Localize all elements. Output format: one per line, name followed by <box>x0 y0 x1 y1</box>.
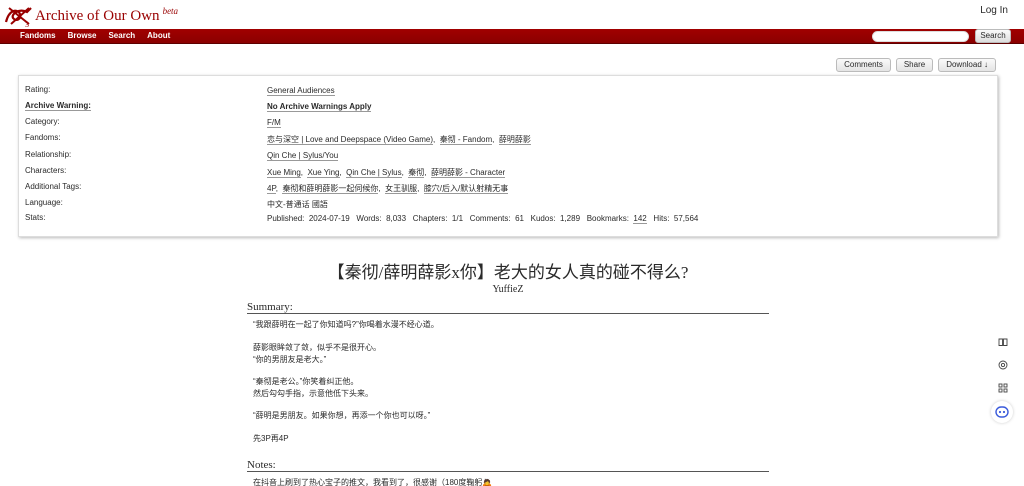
bookmarks-link[interactable]: 142 <box>633 214 647 224</box>
svg-text:3: 3 <box>25 20 29 28</box>
fandom-tag[interactable]: 恋与深空 | Love and Deepspace (Video Game) <box>267 135 434 145</box>
additional-tags-label: Additional Tags: <box>25 182 82 191</box>
nav-browse[interactable]: Browse <box>68 31 97 40</box>
category-label: Category: <box>25 117 60 126</box>
character-tag[interactable]: Xue Ying <box>307 168 340 178</box>
summary-heading: Summary: <box>247 301 769 314</box>
bookmarks-label: Bookmarks: <box>586 214 629 223</box>
relationship-label: Relationship: <box>25 150 72 159</box>
nav-search[interactable]: Search <box>108 31 135 40</box>
character-tag[interactable]: Qin Che | Sylus <box>346 168 402 178</box>
summary-line: 然后勾勾手指，示意他低下头来。 <box>253 389 373 398</box>
fandoms-label: Fandoms: <box>25 133 61 142</box>
work-title: 【秦彻/薛明薛影x你】老大的女人真的碰不得么? <box>327 263 689 282</box>
summary-line: 薛影眼眸敛了敛，似乎不是很开心。 <box>253 343 381 352</box>
author-link[interactable]: YuffieZ <box>0 284 1016 295</box>
published-value: 2024-07-19 <box>308 214 350 223</box>
language-label: Language: <box>25 198 63 207</box>
book-icon[interactable] <box>992 332 1014 352</box>
nav-fandoms[interactable]: Fandoms <box>20 31 56 40</box>
hits-value: 57,564 <box>673 214 699 223</box>
characters-value: Xue Ming, Xue Ying, Qin Che | Sylus, 秦彻,… <box>267 168 506 178</box>
warning-label[interactable]: Archive Warning: <box>25 101 91 111</box>
freeform-tag[interactable]: 秦彻和薛明薛影一起伺候你 <box>282 184 379 194</box>
login-link[interactable]: Log In <box>980 5 1008 16</box>
character-tag[interactable]: Xue Ming <box>267 168 301 178</box>
rating-label: Rating: <box>25 85 51 94</box>
notes-heading: Notes: <box>247 459 769 472</box>
rating-tag[interactable]: General Audiences <box>267 86 335 96</box>
chapters-value: 1/1 <box>451 214 464 223</box>
stats-value: Published: 2024-07-19 Words: 8,033 Chapt… <box>267 214 699 224</box>
additional-tags-value: 4P, 秦彻和薛明薛影一起伺候你, 女王驯服, 膝穴/后入/默认射精无事 <box>267 184 509 194</box>
ao3-logo-icon[interactable]: 3 <box>3 2 35 28</box>
relationship-value: Qin Che | Sylus/You <box>267 151 339 161</box>
download-button[interactable]: Download ↓ <box>938 58 996 72</box>
comments-label: Comments: <box>469 214 511 223</box>
character-tag[interactable]: 秦彻 <box>408 168 425 178</box>
comments-value: 61 <box>515 214 524 223</box>
chapters-label: Chapters: <box>412 214 448 223</box>
primary-nav: Fandoms Browse Search About Search <box>0 29 1024 44</box>
category-value: F/M <box>267 118 281 128</box>
fandom-tag[interactable]: 秦彻 - Fandom <box>439 135 493 145</box>
characters-label: Characters: <box>25 166 67 175</box>
fandoms-value: 恋与深空 | Love and Deepspace (Video Game), … <box>267 135 531 145</box>
summary-line: “薛明是男朋友。如果你想，再添一个你也可以呀。” <box>253 411 431 420</box>
notes-line: 在抖音上刷到了热心宝子的推文，我看到了，很感谢（180度鞠躬🙇 <box>253 478 493 486</box>
published-label: Published: <box>267 214 305 223</box>
share-button[interactable]: Share <box>895 58 934 72</box>
freeform-tag[interactable]: 女王驯服 <box>385 184 418 194</box>
kudos-value: 1,289 <box>560 214 581 223</box>
comments-button[interactable]: Comments <box>836 58 891 72</box>
assistant-icon[interactable] <box>991 401 1013 423</box>
freeform-tag[interactable]: 4P <box>267 184 276 194</box>
stats-label: Stats: <box>25 213 46 222</box>
work-meta: Rating: General Audiences Archive Warnin… <box>18 75 998 237</box>
summary-line: “我跟薛明在一起了你知道吗?”你喝着水漫不经心道。 <box>253 320 439 329</box>
character-tag[interactable]: 薛明薛影 - Character <box>430 168 506 178</box>
kudos-label: Kudos: <box>530 214 556 223</box>
warning-value: No Archive Warnings Apply <box>267 102 372 112</box>
grid-icon[interactable] <box>992 378 1014 398</box>
summary-line: “你的男朋友是老大。” <box>253 355 327 364</box>
words-label: Words: <box>356 214 382 223</box>
words-value: 8,033 <box>386 214 407 223</box>
language-value: 中文-普通话 國語 <box>267 200 328 209</box>
site-title[interactable]: Archive of Our Own beta <box>35 6 178 25</box>
hits-label: Hits: <box>653 214 670 223</box>
summary-line: “秦彻是老公。”你笑着纠正他。 <box>253 377 359 386</box>
nav-about[interactable]: About <box>147 31 170 40</box>
target-icon[interactable] <box>992 355 1014 375</box>
fandom-tag[interactable]: 薛明薛影 <box>498 135 531 145</box>
rating-value: General Audiences <box>267 86 335 96</box>
beta-badge: beta <box>162 6 179 16</box>
search-input[interactable] <box>872 31 969 42</box>
category-tag[interactable]: F/M <box>267 118 281 128</box>
freeform-tag[interactable]: 膝穴/后入/默认射精无事 <box>423 184 509 194</box>
work-actions: Comments Share Download ↓ <box>836 58 996 72</box>
search-button[interactable]: Search <box>975 29 1011 43</box>
relationship-tag[interactable]: Qin Che | Sylus/You <box>267 151 339 161</box>
warning-tag[interactable]: No Archive Warnings Apply <box>267 102 372 112</box>
summary-line: 先3P再4P <box>253 434 289 443</box>
site-title-text[interactable]: Archive of Our Own <box>35 8 160 24</box>
site-header: 3 Archive of Our Own beta Log In <box>0 0 1024 29</box>
